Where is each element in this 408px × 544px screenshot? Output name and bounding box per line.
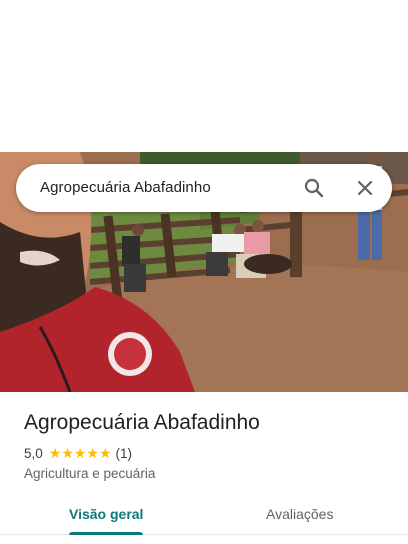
search-input[interactable]: Agropecuária Abafadinho xyxy=(40,179,211,196)
place-title: Agropecuária Abafadinho xyxy=(24,411,260,434)
close-icon[interactable] xyxy=(353,176,377,200)
map-area-blank xyxy=(0,0,408,152)
rating-value: 5,0 xyxy=(24,446,43,461)
search-bar[interactable]: Agropecuária Abafadinho xyxy=(16,164,392,212)
review-count[interactable]: (1) xyxy=(116,446,133,461)
place-category[interactable]: Agricultura e pecuária xyxy=(24,466,155,481)
active-tab-indicator xyxy=(69,532,143,535)
tab-reviews[interactable]: Avaliações xyxy=(266,506,333,522)
search-icon[interactable] xyxy=(302,176,326,200)
tab-bar: Visão geral Avaliações xyxy=(0,494,408,535)
rating-row[interactable]: 5,0 ★★★★★ (1) xyxy=(24,445,132,462)
rating-stars-icon: ★★★★★ xyxy=(48,445,112,461)
tab-overview[interactable]: Visão geral xyxy=(69,506,143,522)
